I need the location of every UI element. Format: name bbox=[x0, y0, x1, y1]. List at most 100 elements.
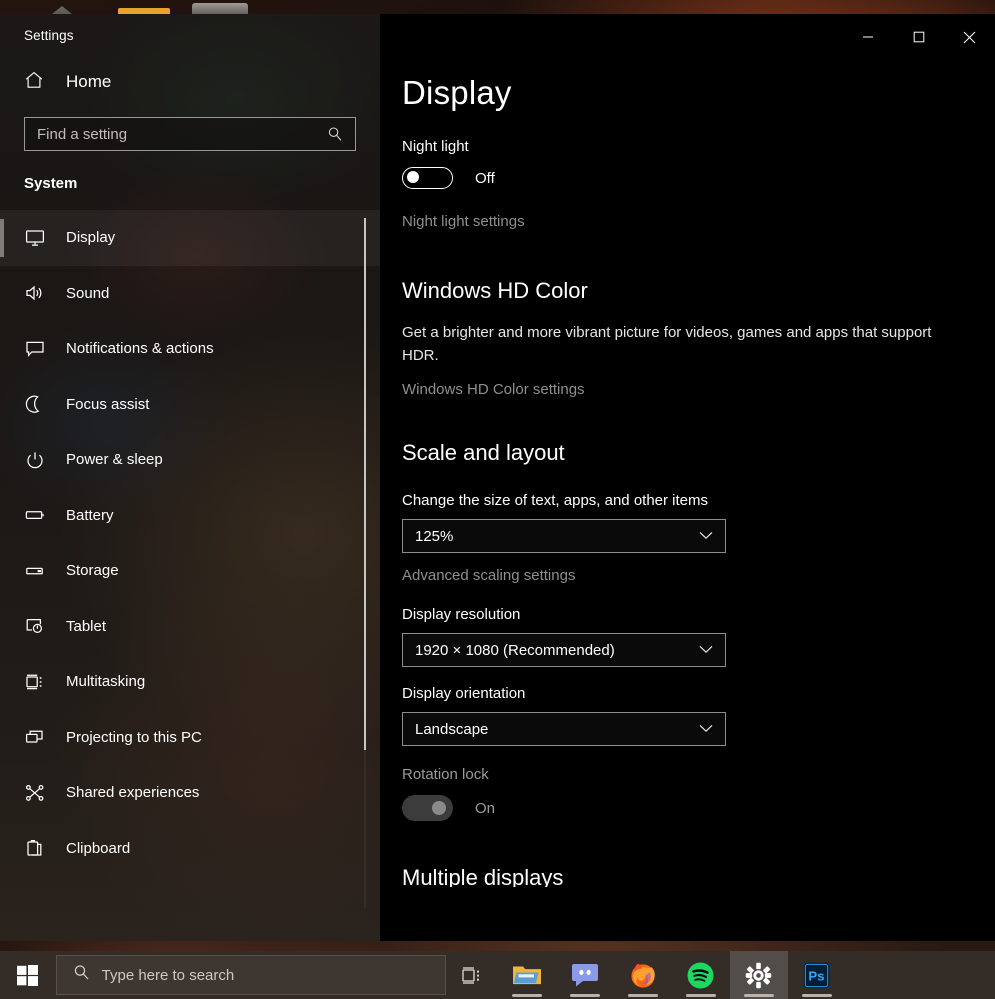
task-view-button[interactable] bbox=[446, 951, 498, 999]
display-orientation-value: Landscape bbox=[415, 720, 489, 738]
home-icon bbox=[24, 70, 44, 95]
scale-size-value: 125% bbox=[415, 527, 454, 545]
toggle-knob bbox=[407, 171, 419, 183]
rotation-lock-toggle-state: On bbox=[475, 799, 496, 817]
taskbar-search-box[interactable]: Type here to search bbox=[55, 955, 447, 995]
sidebar-item-power-sleep-label: Power & sleep bbox=[66, 451, 163, 469]
file-explorer-icon bbox=[512, 966, 541, 985]
sidebar-item-clipboard[interactable]: Clipboard bbox=[0, 821, 380, 877]
sidebar-item-power-sleep[interactable]: Power & sleep bbox=[0, 432, 380, 488]
chevron-down-icon bbox=[699, 720, 713, 738]
scale-and-layout-heading: Scale and layout bbox=[402, 440, 565, 465]
search-wrapper bbox=[24, 117, 356, 151]
sidebar-item-tablet-label: Tablet bbox=[66, 617, 107, 635]
rotation-lock-label: Rotation lock bbox=[402, 766, 489, 783]
page-title: Display bbox=[402, 74, 512, 111]
sidebar-item-shared-experiences-label: Shared experiences bbox=[66, 784, 200, 802]
running-indicator bbox=[685, 994, 716, 997]
search-icon bbox=[73, 964, 90, 986]
display-resolution-value: 1920 × 1080 (Recommended) bbox=[415, 641, 615, 659]
minimize-button[interactable] bbox=[842, 14, 893, 60]
search-box[interactable] bbox=[24, 117, 356, 151]
running-indicator bbox=[627, 994, 658, 997]
display-resolution-label: Display resolution bbox=[402, 606, 521, 623]
discord-icon bbox=[571, 964, 598, 987]
sidebar-item-projecting-label: Projecting to this PC bbox=[66, 728, 202, 746]
search-icon[interactable] bbox=[327, 126, 355, 142]
scale-size-label: Change the size of text, apps, and other… bbox=[402, 492, 709, 509]
monitor-icon bbox=[24, 229, 46, 247]
sidebar-item-focus-assist[interactable]: Focus assist bbox=[0, 377, 380, 433]
taskbar-app-list: Ps bbox=[498, 951, 846, 999]
maximize-button[interactable] bbox=[893, 14, 944, 60]
windows-hd-color-description: Get a brighter and more vibrant picture … bbox=[402, 324, 932, 364]
sidebar-item-sound-label: Sound bbox=[66, 284, 110, 302]
taskbar-app-settings[interactable] bbox=[729, 951, 788, 999]
settings-sidebar: Settings Home Find a setting System Disp… bbox=[0, 14, 380, 941]
taskbar-search-placeholder: Type here to search bbox=[101, 966, 235, 984]
sidebar-item-display[interactable]: Display bbox=[0, 210, 380, 266]
advanced-scaling-settings-link[interactable]: Advanced scaling settings bbox=[402, 567, 995, 584]
taskbar-app-spotify[interactable] bbox=[672, 951, 730, 999]
display-orientation-combobox[interactable]: Landscape bbox=[402, 712, 726, 746]
settings-content: Display Night light Off Night light sett… bbox=[380, 14, 995, 941]
night-light-toggle[interactable] bbox=[402, 167, 453, 189]
running-indicator bbox=[569, 994, 600, 997]
multiple-displays-heading: Multiple displays bbox=[402, 865, 564, 887]
clipboard-icon bbox=[24, 839, 46, 857]
sidebar-item-home[interactable]: Home bbox=[24, 65, 380, 99]
system-tray[interactable] bbox=[846, 951, 995, 999]
display-orientation-label: Display orientation bbox=[402, 685, 526, 702]
sidebar-scrollbar-thumb[interactable] bbox=[364, 218, 366, 750]
scale-size-combobox[interactable]: 125% bbox=[402, 519, 726, 553]
sidebar-nav-list: Display Sound Notifications & actions Fo… bbox=[0, 210, 380, 910]
sidebar-item-multitasking[interactable]: Multitasking bbox=[0, 654, 380, 710]
taskbar-app-file-explorer[interactable] bbox=[498, 951, 556, 999]
window-title: Settings bbox=[24, 28, 74, 43]
close-button[interactable] bbox=[944, 14, 995, 60]
sidebar-item-multitasking-label: Multitasking bbox=[66, 673, 146, 691]
running-indicator bbox=[801, 994, 832, 997]
task-view-icon bbox=[462, 966, 479, 984]
display-resolution-combobox[interactable]: 1920 × 1080 (Recommended) bbox=[402, 633, 726, 667]
sidebar-item-sound[interactable]: Sound bbox=[0, 266, 380, 322]
projecting-icon bbox=[24, 728, 46, 746]
sidebar-item-notifications-actions[interactable]: Notifications & actions bbox=[0, 321, 380, 377]
sidebar-section-label: System bbox=[24, 175, 78, 192]
night-light-settings-link[interactable]: Night light settings bbox=[402, 213, 995, 230]
settings-window: Settings Home Find a setting System Disp… bbox=[0, 14, 995, 941]
taskbar: Type here to search Ps bbox=[0, 951, 995, 999]
moon-icon bbox=[24, 395, 46, 413]
night-light-toggle-row: Off bbox=[402, 167, 995, 189]
taskbar-app-discord[interactable] bbox=[556, 951, 614, 999]
spotify-icon bbox=[687, 962, 714, 988]
sidebar-item-focus-assist-label: Focus assist bbox=[66, 395, 150, 413]
sidebar-item-shared-experiences[interactable]: Shared experiences bbox=[0, 765, 380, 821]
multitasking-icon bbox=[24, 673, 46, 691]
sidebar-item-projecting[interactable]: Projecting to this PC bbox=[0, 710, 380, 766]
window-controls bbox=[842, 14, 995, 60]
sidebar-item-home-label: Home bbox=[66, 72, 112, 91]
sidebar-item-storage[interactable]: Storage bbox=[0, 543, 380, 599]
start-button[interactable] bbox=[0, 951, 56, 999]
sidebar-item-display-label: Display bbox=[66, 229, 116, 247]
running-indicator bbox=[743, 994, 774, 997]
sidebar-item-battery[interactable]: Battery bbox=[0, 488, 380, 544]
windows-hd-color-settings-link[interactable]: Windows HD Color settings bbox=[402, 381, 995, 398]
night-light-toggle-state: Off bbox=[475, 169, 495, 187]
taskbar-app-firefox[interactable] bbox=[614, 951, 672, 999]
taskbar-app-photoshop[interactable]: Ps bbox=[788, 951, 846, 999]
sidebar-item-tablet[interactable]: Tablet bbox=[0, 599, 380, 655]
sidebar-item-storage-label: Storage bbox=[66, 562, 119, 580]
search-input[interactable] bbox=[25, 125, 327, 143]
battery-icon bbox=[24, 506, 46, 524]
running-indicator bbox=[511, 994, 542, 997]
svg-text:Ps: Ps bbox=[809, 968, 825, 983]
firefox-icon bbox=[631, 963, 655, 988]
night-light-label: Night light bbox=[402, 138, 469, 155]
rotation-lock-toggle-row: On bbox=[402, 795, 995, 821]
chevron-down-icon bbox=[699, 641, 713, 659]
sidebar-item-notifications-label: Notifications & actions bbox=[66, 340, 214, 358]
content-inner: Display Night light Off Night light sett… bbox=[380, 14, 995, 887]
share-icon bbox=[24, 784, 46, 802]
